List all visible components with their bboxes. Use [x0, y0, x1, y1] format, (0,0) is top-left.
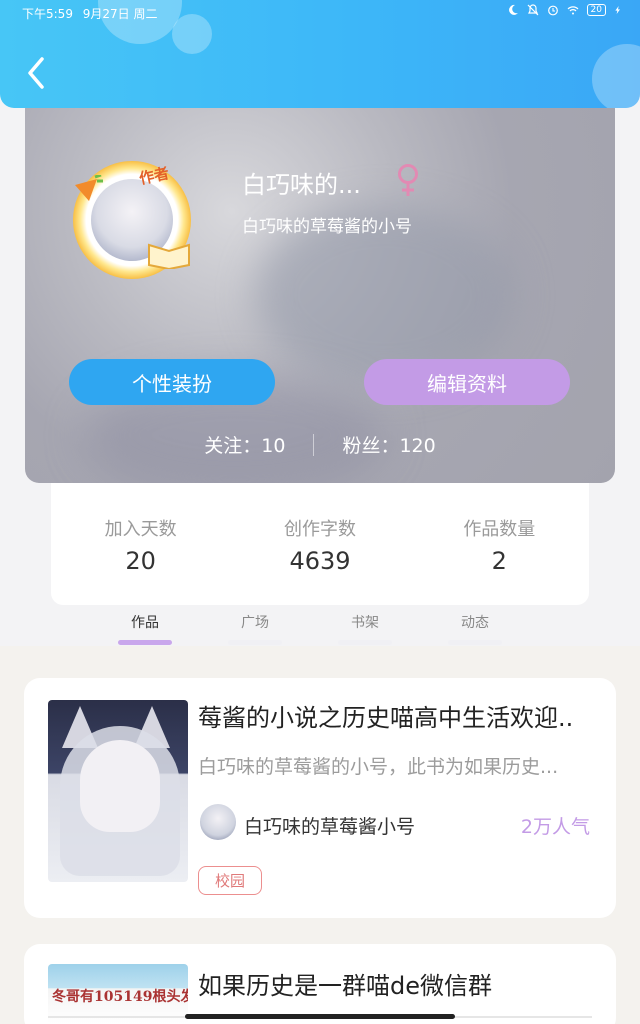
stat-label: 作品数量 — [463, 519, 536, 540]
tab-indicator — [338, 640, 392, 645]
back-chevron-icon[interactable] — [22, 55, 52, 91]
stat-value: 20 — [125, 547, 156, 575]
profile-card: 作者 白巧味的... 白巧味的草莓酱的小号 个性装扮 编辑资料 关注：10 粉丝… — [25, 95, 615, 483]
profile-name: 白巧味的... — [242, 171, 361, 199]
book-card[interactable]: 冬哥有105149根头发 如果历史是一群喵de微信群 — [24, 944, 616, 1024]
following-count[interactable]: 关注：10 — [204, 431, 285, 458]
alarm-icon — [547, 5, 558, 16]
divider — [313, 433, 315, 456]
stat-word-count: 创作字数 4639 — [230, 483, 409, 605]
top-header: 下午5:59 9月27日 周二 20 — [0, 0, 640, 108]
stat-value: 2 — [491, 547, 507, 575]
tab-label: 广场 — [241, 615, 269, 631]
fans-count[interactable]: 粉丝：120 — [342, 431, 435, 458]
carrot-icon — [75, 175, 103, 201]
tab-label: 作品 — [131, 615, 159, 631]
decorative-bubble — [172, 14, 212, 54]
charging-icon — [615, 6, 620, 14]
cover-text: 冬哥有105149根头发 — [52, 989, 188, 1005]
stats-panel: 加入天数 20 创作字数 4639 作品数量 2 — [51, 483, 589, 605]
book-description: 白巧味的草莓酱的小号，此书为如果历史... — [198, 756, 559, 778]
stat-label: 创作字数 — [283, 519, 356, 540]
stat-value: 4639 — [289, 547, 351, 575]
female-icon — [398, 164, 418, 196]
tab-indicator — [118, 640, 172, 645]
status-time: 下午5:59 — [22, 7, 73, 21]
book-title: 莓酱的小说之历史喵高中生活欢迎.. — [198, 704, 574, 732]
home-indicator[interactable] — [185, 1014, 455, 1019]
book-card[interactable]: 莓酱的小说之历史喵高中生活欢迎.. 白巧味的草莓酱的小号，此书为如果历史... … — [24, 678, 616, 918]
book-popularity: 2万人气 — [520, 816, 590, 838]
stat-works-count: 作品数量 2 — [410, 483, 589, 605]
book-cover — [48, 700, 188, 882]
status-bar-right: 20 — [507, 4, 622, 16]
edit-profile-button[interactable]: 编辑资料 — [364, 359, 570, 405]
tab-square[interactable]: 广场 — [200, 606, 310, 646]
mute-bell-icon — [527, 4, 538, 16]
author-avatar — [200, 804, 236, 840]
moon-icon — [508, 4, 518, 15]
tab-bar: 作品 广场 书架 动态 — [90, 606, 550, 646]
book-cover: 冬哥有105149根头发 — [48, 964, 188, 1024]
book-icon — [148, 243, 190, 269]
battery-indicator: 20 — [586, 4, 606, 16]
status-date: 9月27日 周二 — [82, 7, 158, 21]
tab-label: 动态 — [461, 615, 489, 631]
genre-tag[interactable]: 校园 — [198, 866, 263, 895]
dress-up-button[interactable]: 个性装扮 — [69, 359, 275, 405]
tab-indicator — [228, 640, 282, 645]
tab-bookshelf[interactable]: 书架 — [310, 606, 420, 646]
stat-label: 加入天数 — [104, 519, 177, 540]
status-bar-left: 下午5:59 9月27日 周二 — [22, 5, 158, 22]
decorative-bubble — [592, 44, 640, 108]
profile-bio: 白巧味的草莓酱的小号 — [242, 217, 412, 237]
tab-label: 书架 — [351, 615, 379, 631]
wifi-icon — [567, 6, 578, 15]
avatar[interactable]: 作者 — [67, 155, 197, 285]
stat-join-days: 加入天数 20 — [51, 483, 230, 605]
tab-activity[interactable]: 动态 — [420, 606, 530, 646]
book-author: 白巧味的草莓酱小号 — [244, 816, 416, 838]
follow-stats: 关注：10 粉丝：120 — [25, 431, 615, 458]
tab-indicator — [448, 640, 502, 645]
book-title: 如果历史是一群喵de微信群 — [198, 972, 492, 1000]
tab-works[interactable]: 作品 — [90, 606, 200, 646]
